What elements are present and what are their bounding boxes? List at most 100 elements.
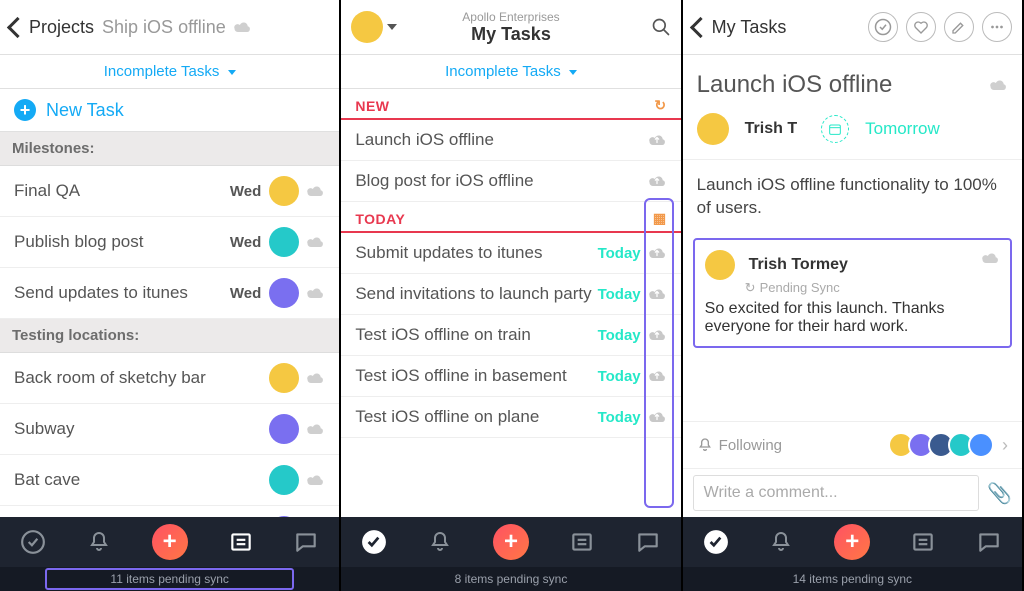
filter-dropdown[interactable]: Incomplete Tasks [0,55,339,89]
section-header-today: TODAY ▦ [341,202,680,233]
cloud-sync-icon [305,472,325,488]
sync-text: 11 items pending sync [110,572,229,586]
spacer [683,352,1022,421]
nav-conversations[interactable] [976,529,1002,555]
assignee-avatar [269,227,299,257]
comment-author: Trish Tormey [749,256,848,274]
cloud-sync-icon [305,370,325,386]
cloud-sync-icon [647,173,667,189]
task-description[interactable]: Launch iOS offline functionality to 100%… [683,160,1022,234]
task-row[interactable]: Blog post for iOS offline [341,161,680,202]
due-date[interactable]: Tomorrow [865,119,940,139]
cloud-sync-icon [305,234,325,250]
bottom-nav: + [0,517,339,567]
task-title-row: Launch iOS offline [683,55,1022,109]
attachment-icon[interactable]: 📎 [987,481,1012,506]
task-row[interactable]: Submit updates to itunes Today [341,233,680,274]
calendar-icon[interactable] [821,115,849,143]
bottom-nav: + [683,517,1022,567]
task-row[interactable]: Test iOS offline on plane Today [341,397,680,438]
nav-projects[interactable] [569,529,595,555]
assignee-avatar[interactable] [697,113,729,145]
assignee-name[interactable]: Trish T [745,120,797,138]
chevron-right-icon: › [1002,435,1008,456]
complete-button[interactable] [868,12,898,42]
screen-task-detail: My Tasks Launch iOS offline Trish T Tomo… [683,0,1024,591]
nav-inbox[interactable] [86,529,112,555]
nav-add-button[interactable]: + [834,524,870,560]
task-title: Test iOS offline on train [355,325,597,345]
sync-badge-icon: ↻ [654,97,666,114]
task-row[interactable]: Send invitations to launch party Today [341,274,680,315]
cloud-sync-icon [305,183,325,199]
chevron-left-icon [690,16,711,37]
new-task-label: New Task [46,100,124,121]
nav-projects[interactable] [228,529,254,555]
task-due: Today [598,409,641,426]
header: Projects Ship iOS offline [0,0,339,55]
task-row[interactable]: Final QA Wed [0,166,339,217]
comment-highlighted: Trish Tormey ↻ Pending Sync So excited f… [693,238,1012,348]
task-row[interactable]: Launch iOS offline [341,120,680,161]
task-title: Send invitations to launch party [355,284,597,304]
search-icon[interactable] [651,17,671,37]
back-button[interactable]: Projects [10,17,94,38]
task-row[interactable]: Test iOS offline on train Today [341,315,680,356]
filter-dropdown[interactable]: Incomplete Tasks [341,55,680,89]
like-button[interactable] [906,12,936,42]
comment-body: So excited for this launch. Thanks every… [705,300,1000,336]
workspace-switcher[interactable] [351,11,397,43]
sync-text: 14 items pending sync [793,572,912,586]
nav-projects[interactable] [910,529,936,555]
task-title: Bat cave [14,470,269,490]
new-task-button[interactable]: + New Task [0,89,339,132]
nav-add-button[interactable]: + [152,524,188,560]
filter-label: Incomplete Tasks [445,63,561,80]
cloud-sync-icon [647,245,667,261]
nav-tasks[interactable] [20,529,46,555]
assignee-avatar [269,176,299,206]
sync-status-bar[interactable]: 8 items pending sync [341,567,680,591]
bottom-nav: + [341,517,680,567]
assignee-avatar [269,516,299,517]
nav-conversations[interactable] [293,529,319,555]
nav-inbox[interactable] [768,529,794,555]
nav-tasks[interactable] [361,529,387,555]
nav-tasks[interactable] [703,529,729,555]
follower-avatars[interactable] [894,432,994,458]
task-row[interactable]: Grand Canyon [0,506,339,517]
assignee-avatar [269,465,299,495]
task-title: Launch iOS offline [697,71,988,99]
task-row[interactable]: Send updates to itunes Wed [0,268,339,319]
section-header-new: NEW ↻ [341,89,680,120]
back-label: Projects [29,17,94,38]
comment-input[interactable]: Write a comment... [693,475,979,511]
comment-avatar [705,250,735,280]
task-row[interactable]: Publish blog post Wed [0,217,339,268]
task-row[interactable]: Test iOS offline in basement Today [341,356,680,397]
nav-inbox[interactable] [427,529,453,555]
cloud-sync-icon [647,132,667,148]
task-due: Wed [230,234,261,251]
edit-button[interactable] [944,12,974,42]
following-bar[interactable]: Following › [683,421,1022,468]
org-name: Apollo Enterprises [462,10,559,24]
task-due: Today [598,245,641,262]
sync-status-bar[interactable]: 11 items pending sync [0,567,339,591]
header: My Tasks [683,0,1022,55]
more-button[interactable] [982,12,1012,42]
plus-icon: + [14,99,36,121]
task-due: Today [598,327,641,344]
sync-status-bar[interactable]: 14 items pending sync [683,567,1022,591]
screen-project-tasks: Projects Ship iOS offline Incomplete Tas… [0,0,341,591]
section-header: Milestones: [0,132,339,166]
cloud-sync-icon [647,286,667,302]
nav-add-button[interactable]: + [493,524,529,560]
task-row[interactable]: Subway [0,404,339,455]
back-button[interactable]: My Tasks [693,17,787,38]
screen-my-tasks: Apollo Enterprises My Tasks Incomplete T… [341,0,682,591]
task-row[interactable]: Back room of sketchy bar [0,353,339,404]
chevron-down-icon [228,70,236,75]
nav-conversations[interactable] [635,529,661,555]
task-row[interactable]: Bat cave [0,455,339,506]
